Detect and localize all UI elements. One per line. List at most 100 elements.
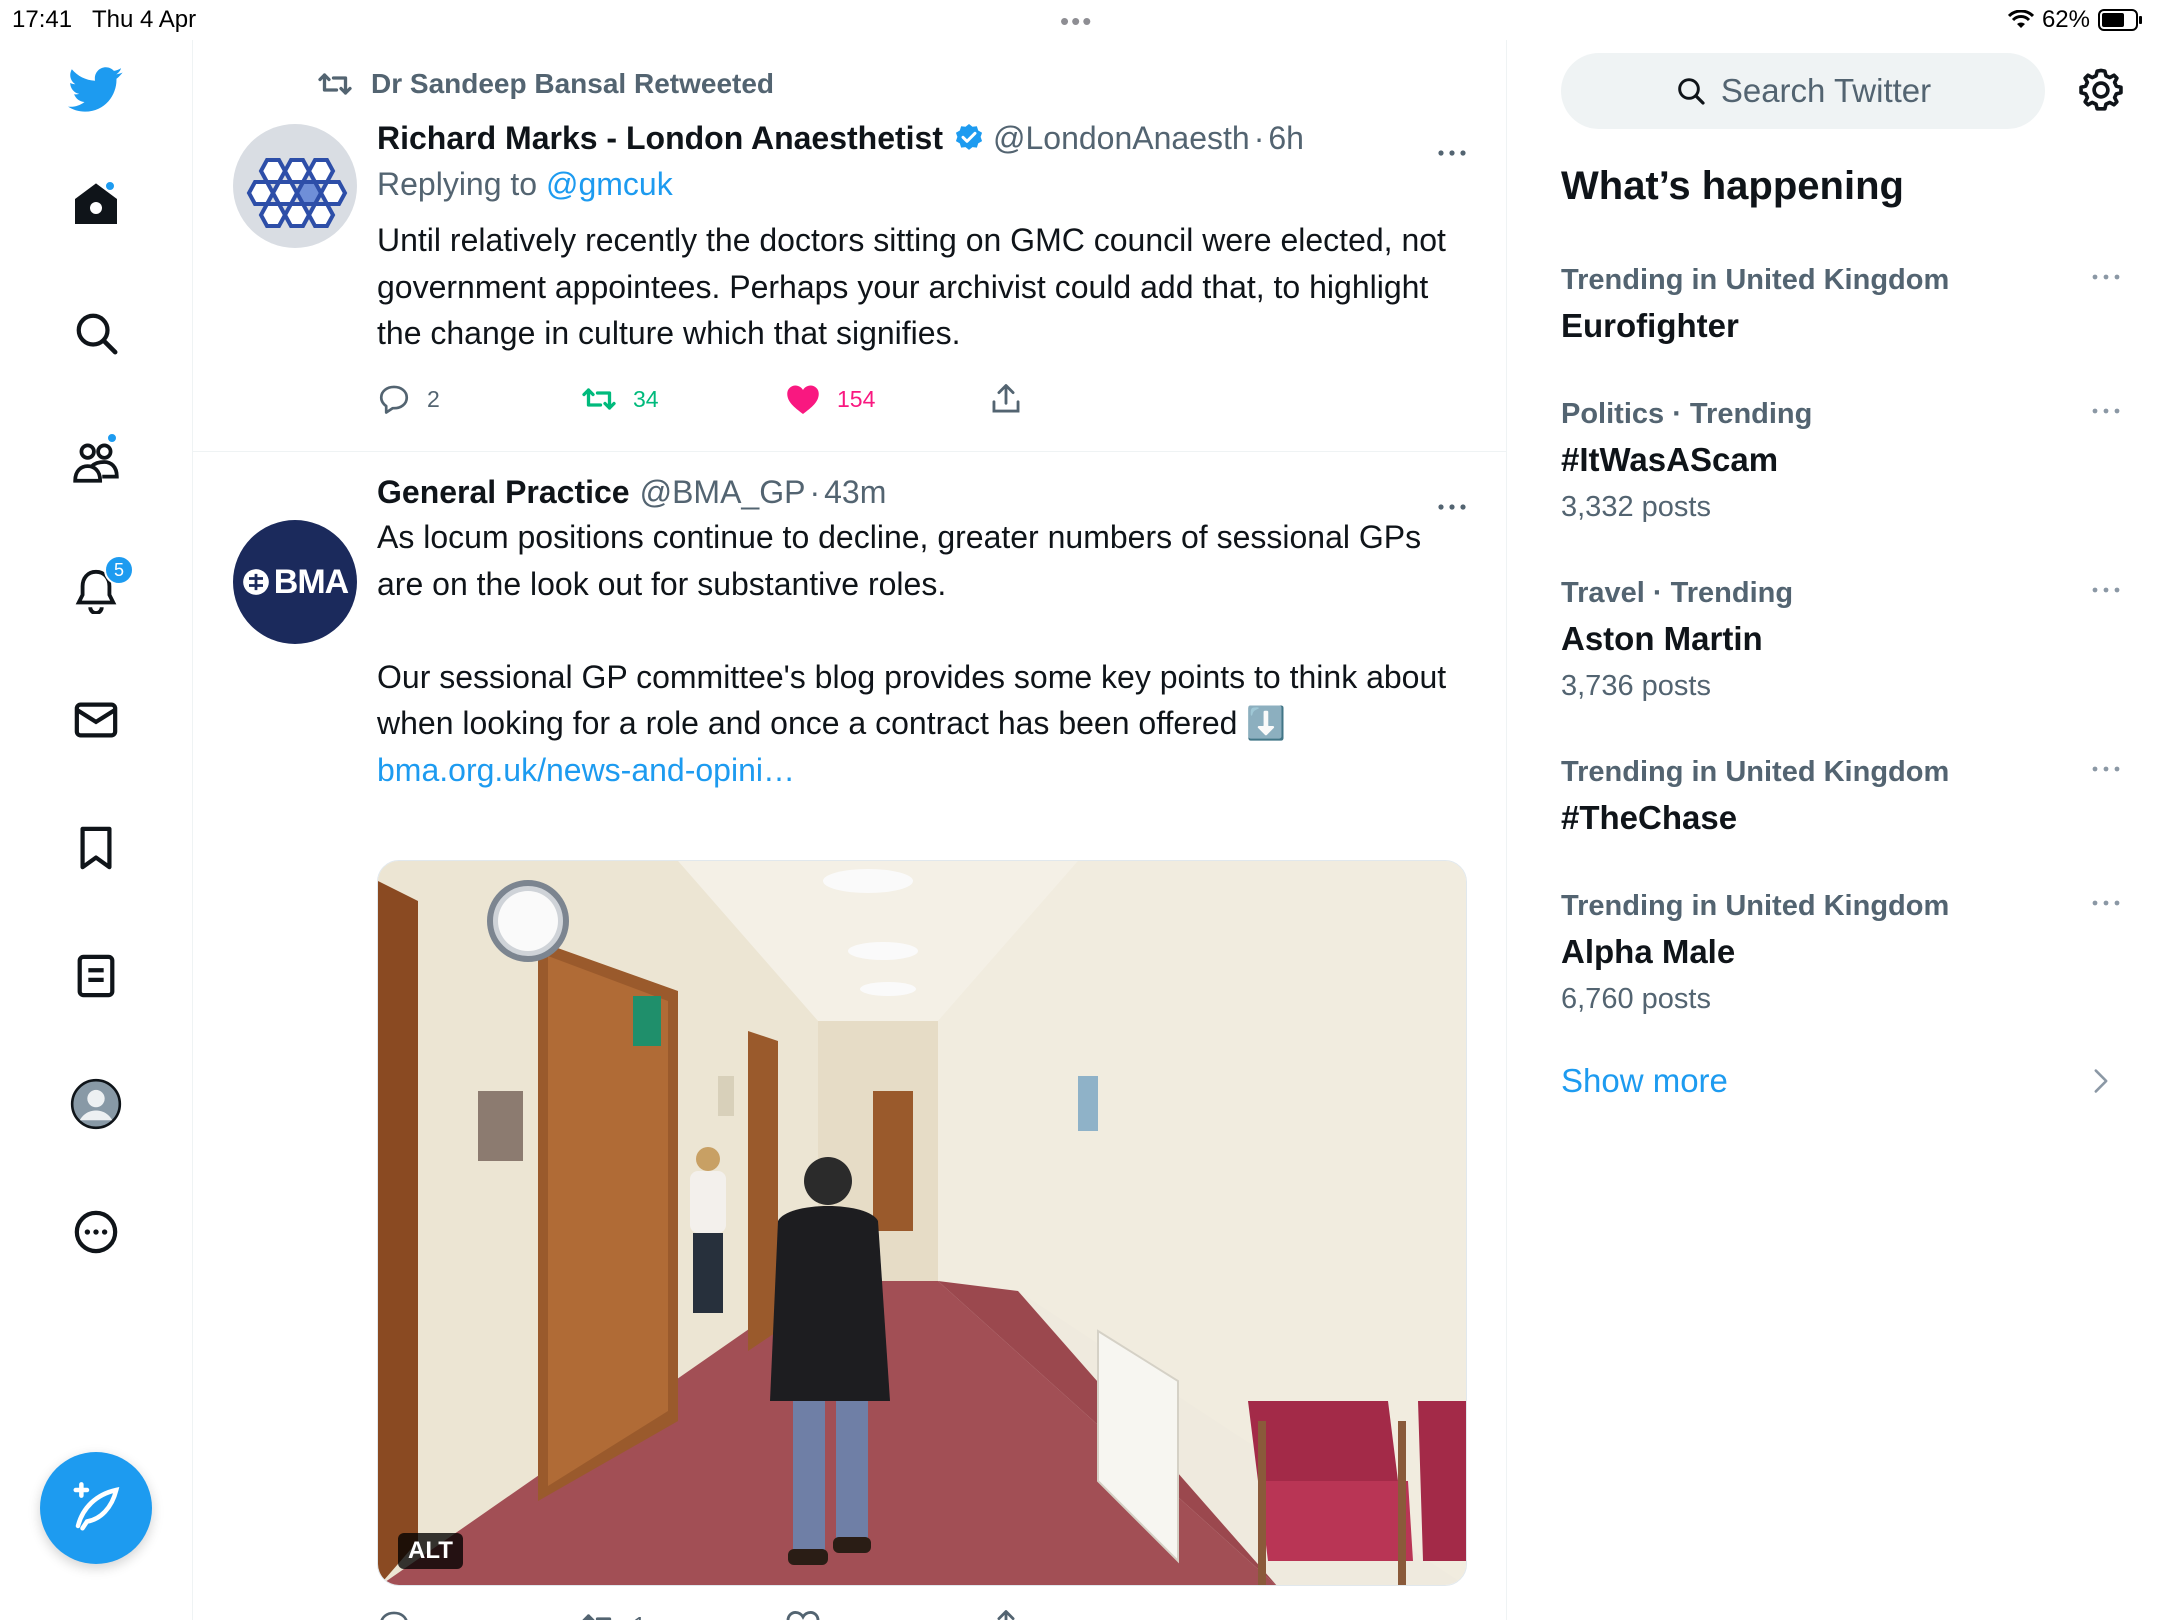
- separator: ·: [809, 473, 821, 510]
- trend-name: #ItWasAScam: [1561, 441, 1779, 478]
- bma-emblem-icon: [242, 569, 269, 595]
- tweet[interactable]: Dr Sandeep Bansal Retweeted Richard Mark…: [193, 40, 1507, 452]
- share-icon: [997, 1610, 1015, 1620]
- heart-icon: [786, 1610, 820, 1620]
- nav-profile[interactable]: [56, 1064, 136, 1144]
- display-name[interactable]: Richard Marks - London Anaesthetist: [377, 120, 943, 157]
- tweet-header: General Practice @BMA_GP · 43m: [377, 470, 1467, 514]
- mail-icon: [74, 702, 118, 738]
- tweet-text: Until relatively recently the doctors si…: [377, 222, 1446, 351]
- replying-to: Replying to @gmcuk: [377, 166, 1467, 203]
- share-button[interactable]: [989, 1608, 1193, 1620]
- heart-filled-icon: [787, 385, 819, 414]
- bookmark-icon: [80, 826, 112, 870]
- home-notification-dot: [104, 180, 116, 192]
- trend-name: #TheChase: [1561, 799, 1738, 836]
- compose-icon: [73, 1482, 120, 1531]
- multitask-handle[interactable]: •••: [1060, 6, 1093, 37]
- search-input[interactable]: Search Twitter: [1561, 53, 2045, 129]
- trend-name: Eurofighter: [1561, 307, 1739, 344]
- more-options-icon[interactable]: [1437, 128, 1467, 165]
- search-icon: [1678, 78, 1705, 105]
- tweet-image[interactable]: ALT: [377, 860, 1467, 1586]
- verified-badge-icon: [953, 122, 985, 154]
- trend-more-icon[interactable]: [2091, 581, 2121, 599]
- retweet-button[interactable]: 34: [581, 384, 785, 414]
- trend-more-icon[interactable]: [2091, 268, 2121, 286]
- communities-notification-dot: [106, 432, 118, 444]
- reply-button[interactable]: [377, 1608, 581, 1620]
- tweet-link[interactable]: bma.org.uk/news-and-opini…: [377, 747, 1467, 794]
- retweet-count: 1: [633, 1612, 646, 1620]
- timestamp[interactable]: 6h: [1268, 120, 1304, 157]
- chevron-right-icon[interactable]: [2092, 1068, 2110, 1099]
- bma-logo: BMA: [242, 563, 349, 602]
- status-indicators: 62%: [2007, 6, 2144, 34]
- share-button[interactable]: [989, 382, 1193, 416]
- reply-count: 2: [427, 385, 440, 412]
- trend-item[interactable]: Trending in United Kingdom Alpha Male 6,…: [1561, 890, 2121, 1016]
- trend-context: Politics · Trending: [1561, 398, 1813, 430]
- nav-more[interactable]: [56, 1192, 136, 1272]
- retweet-context: Dr Sandeep Bansal Retweeted: [317, 68, 774, 100]
- avatar[interactable]: BMA: [233, 520, 357, 644]
- trend-item[interactable]: Politics · Trending #ItWasAScam 3,332 po…: [1561, 398, 2121, 524]
- nav-explore[interactable]: [56, 293, 136, 373]
- tweet-body: Richard Marks - London Anaesthetist @Lon…: [377, 116, 1467, 357]
- trend-item[interactable]: Trending in United Kingdom #TheChase: [1561, 756, 2121, 837]
- communities-icon: [73, 443, 119, 483]
- handle[interactable]: @BMA_GP: [640, 474, 806, 511]
- reply-prefix: Replying to: [377, 166, 546, 202]
- retweet-icon: [582, 388, 616, 410]
- retweeted-by[interactable]: Dr Sandeep Bansal Retweeted: [371, 68, 774, 100]
- trend-item[interactable]: Travel · Trending Aston Martin 3,736 pos…: [1561, 577, 2121, 703]
- like-button[interactable]: [785, 1608, 989, 1620]
- hexagon-logo-avatar: [246, 158, 348, 228]
- retweet-count: 34: [633, 385, 659, 412]
- reply-to-link[interactable]: @gmcuk: [546, 166, 673, 202]
- separator: ·: [1253, 119, 1265, 156]
- trend-more-icon[interactable]: [2091, 894, 2121, 912]
- trend-post-count: 3,736 posts: [1561, 670, 1711, 702]
- status-date: Thu 4 Apr: [92, 6, 197, 33]
- retweet-button[interactable]: 1: [581, 1610, 785, 1620]
- nav-home[interactable]: [56, 164, 136, 244]
- reply-button[interactable]: 2: [377, 382, 581, 416]
- retweet-icon: [582, 1614, 612, 1620]
- timestamp[interactable]: 43m: [824, 474, 886, 511]
- settings-gear-icon[interactable]: [2078, 67, 2124, 118]
- nav-bookmarks[interactable]: [56, 808, 136, 888]
- more-circle-icon: [74, 1210, 118, 1254]
- wifi-icon: [2007, 10, 2034, 30]
- tweet-paragraph: As locum positions continue to decline, …: [377, 519, 1422, 602]
- like-button[interactable]: 154: [785, 382, 989, 416]
- nav-messages[interactable]: [56, 680, 136, 760]
- tweet-header: Richard Marks - London Anaesthetist @Lon…: [377, 116, 1467, 160]
- alt-text-badge[interactable]: ALT: [398, 1533, 463, 1569]
- reply-icon: [379, 385, 409, 414]
- whats-happening-title: What’s happening: [1561, 164, 1904, 208]
- retweet-icon: [318, 73, 352, 95]
- nav-notifications[interactable]: 5: [56, 551, 136, 631]
- trend-more-icon[interactable]: [2091, 402, 2121, 420]
- nav-lists[interactable]: [56, 936, 136, 1016]
- battery-icon: [2098, 9, 2144, 31]
- tweet-paragraph: Our sessional GP committee's blog provid…: [377, 658, 1447, 742]
- trend-item[interactable]: Trending in United Kingdom Eurofighter: [1561, 264, 2121, 345]
- compose-tweet-button[interactable]: [40, 1452, 152, 1564]
- search-placeholder: Search Twitter: [1720, 72, 1932, 109]
- tweet-text: As locum positions continue to decline, …: [377, 514, 1467, 793]
- tweet[interactable]: BMA General Practice @BMA_GP · 43m As lo…: [193, 452, 1507, 1620]
- left-nav: 5: [0, 40, 193, 1620]
- more-options-icon[interactable]: [1437, 482, 1467, 519]
- trend-post-count: 3,332 posts: [1561, 491, 1711, 523]
- display-name[interactable]: General Practice: [377, 474, 630, 511]
- avatar[interactable]: [233, 124, 357, 248]
- trend-more-icon[interactable]: [2091, 760, 2121, 778]
- nav-communities[interactable]: [56, 422, 136, 502]
- handle[interactable]: @LondonAnaesth: [993, 120, 1250, 157]
- show-more-link[interactable]: Show more: [1561, 1062, 1728, 1100]
- profile-icon: [70, 1078, 122, 1130]
- twitter-logo-icon[interactable]: [56, 50, 136, 130]
- list-icon: [77, 954, 115, 998]
